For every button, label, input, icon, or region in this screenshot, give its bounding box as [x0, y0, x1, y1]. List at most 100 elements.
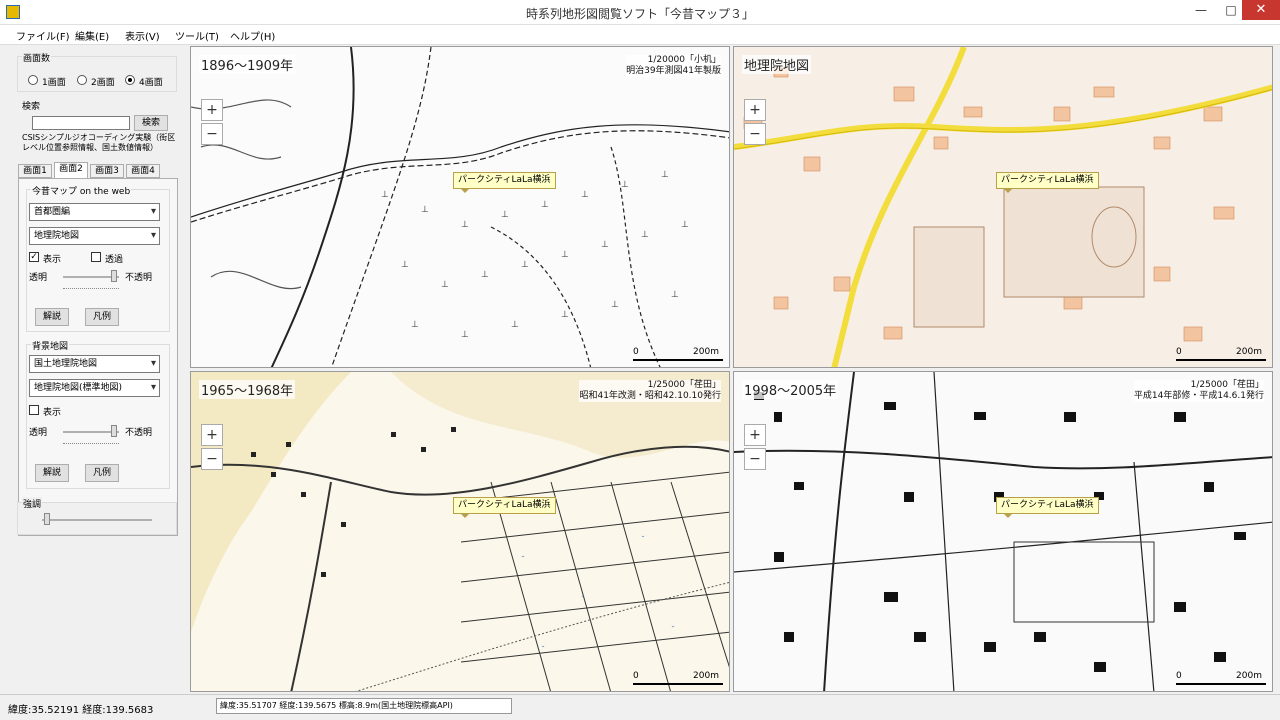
opacity-slider-thumb[interactable]: [111, 270, 117, 282]
pane-2-location-marker[interactable]: パークシティLaLa横浜: [996, 172, 1099, 193]
radio-4-screen[interactable]: [125, 75, 135, 85]
pane-1-period-label: 1896～1909年: [199, 55, 296, 74]
opacity-left-label: 透明: [29, 273, 48, 283]
emphasis-slider[interactable]: [42, 519, 152, 521]
svg-text:˘: ˘: [581, 594, 585, 604]
screen-tabs: 画面1 画面2 画面3 画面4: [18, 162, 178, 178]
show-checkbox[interactable]: ✓: [29, 252, 39, 262]
svg-text:⊥: ⊥: [461, 330, 469, 340]
background-map-group: 背景地図 国土地理院地図 地理院地図(標準地図) 表示 透明 不透明 解説 凡例: [26, 339, 170, 489]
bg-opacity-slider-thumb[interactable]: [111, 425, 117, 437]
pane-4-zoom-in-button[interactable]: +: [744, 424, 766, 446]
svg-text:⊥: ⊥: [481, 270, 489, 280]
pane-3-scale-max: 200m: [693, 671, 719, 681]
pane-4-info: 1/25000「荏田」 平成14年部修・平成14.6.1発行: [1133, 380, 1264, 402]
map-1896-drawing: ⊥ ⊥ ⊥ ⊥ ⊥ ⊥ ⊥ ⊥ ⊥ ⊥ ⊥ ⊥ ⊥ ⊥ ⊥ ⊥ ⊥ ⊥ ⊥ ⊥ ⊥ ⊥: [191, 47, 729, 367]
map-pane-3[interactable]: ˘ ˘ ˘ ˘ ˘ 1965～1968年 1/25000「荏田」 昭和41年改測・昭和42…: [190, 371, 730, 692]
tab-screen-2[interactable]: 画面2: [54, 162, 88, 178]
pane-1-info: 1/20000「小机」 明治39年測図41年製版: [626, 55, 721, 77]
background-show-label: 表示: [43, 408, 62, 418]
bg-legend-button[interactable]: 凡例: [85, 464, 119, 482]
menu-file[interactable]: ファイル(F): [16, 28, 70, 43]
svg-text:⊥: ⊥: [521, 260, 529, 270]
map-pane-1[interactable]: ⊥ ⊥ ⊥ ⊥ ⊥ ⊥ ⊥ ⊥ ⊥ ⊥ ⊥ ⊥ ⊥ ⊥ ⊥ ⊥ ⊥ ⊥ ⊥ ⊥ ⊥ ⊥ 1896～1909年 1…: [190, 46, 730, 368]
search-input[interactable]: [32, 116, 130, 130]
pane-2-zoom-in-button[interactable]: +: [744, 99, 766, 121]
pane-2-zoom-out-button[interactable]: −: [744, 123, 766, 145]
konjaku-label: 今昔マップ on the web: [31, 184, 132, 197]
pane-2-scale-max: 200m: [1236, 347, 1262, 357]
pane-2-scale-zero: 0: [1176, 347, 1182, 357]
pane-3-zoom-out-button[interactable]: −: [201, 448, 223, 470]
pane-3-location-marker[interactable]: パークシティLaLa横浜: [453, 497, 556, 518]
pane-4-zoom-out-button[interactable]: −: [744, 448, 766, 470]
svg-text:˘: ˘: [541, 644, 545, 654]
bg-opacity-right-label: 不透明: [125, 428, 153, 438]
svg-text:˘: ˘: [671, 624, 675, 634]
pane-3-scale-zero: 0: [633, 671, 639, 681]
pane-1-zoom-in-button[interactable]: +: [201, 99, 223, 121]
minimize-button[interactable]: —: [1186, 0, 1216, 20]
svg-text:⊥: ⊥: [641, 230, 649, 240]
svg-text:⊥: ⊥: [411, 320, 419, 330]
opacity-ticks: [63, 288, 119, 290]
pane-4-location-marker[interactable]: パークシティLaLa横浜: [996, 497, 1099, 518]
search-button[interactable]: 検索: [134, 115, 168, 131]
pane-4-scale-max: 200m: [1236, 671, 1262, 681]
svg-text:⊥: ⊥: [501, 210, 509, 220]
left-panel: 画面数 1画面 2画面 4画面 検索 検索 CSISシンプルジオコーディング実験…: [0, 46, 188, 692]
menu-view[interactable]: 表示(V): [125, 28, 160, 43]
bg-opacity-ticks: [63, 443, 119, 445]
pane-1-info-line1: 1/20000「小机」: [647, 55, 721, 65]
svg-text:⊥: ⊥: [461, 220, 469, 230]
background-layer-select[interactable]: 地理院地図(標準地図): [29, 379, 160, 397]
layer-select[interactable]: 地理院地図: [29, 227, 160, 245]
background-show-checkbox[interactable]: [29, 405, 39, 415]
tab-screen-1[interactable]: 画面1: [18, 164, 52, 178]
pane-3-info-line2: 昭和41年改測・昭和42.10.10発行: [579, 391, 721, 401]
emphasis-group: 強調: [17, 497, 177, 535]
window-title: 時系列地形図閲覧ソフト「今昔マップ３」: [525, 7, 754, 21]
svg-text:⊥: ⊥: [421, 205, 429, 215]
radio-2-screen[interactable]: [77, 75, 87, 85]
pane-3-zoom-in-button[interactable]: +: [201, 424, 223, 446]
status-bar: 緯度:35.52191 経度:139.5683 緯度:35.51707 経度:1…: [0, 694, 1280, 720]
screen-count-group: 画面数 1画面 2画面 4画面: [17, 51, 177, 92]
background-source-select[interactable]: 国土地理院地図: [29, 355, 160, 373]
svg-text:⊥: ⊥: [441, 280, 449, 290]
pane-4-info-line2: 平成14年部修・平成14.6.1発行: [1133, 391, 1264, 401]
svg-text:⊥: ⊥: [561, 250, 569, 260]
map-pane-2[interactable]: 地理院地図 + − パークシティLaLa横浜 0 200m: [733, 46, 1273, 368]
radio-1-screen[interactable]: [28, 75, 38, 85]
bg-explain-button[interactable]: 解説: [35, 464, 69, 482]
title-bar: 時系列地形図閲覧ソフト「今昔マップ３」 — □ ✕: [0, 0, 1280, 25]
transparent-label: 透過: [105, 255, 124, 265]
svg-text:⊥: ⊥: [681, 220, 689, 230]
menu-tools[interactable]: ツール(T): [175, 28, 219, 43]
pane-3-info: 1/25000「荏田」 昭和41年改測・昭和42.10.10発行: [579, 380, 721, 402]
menu-bar: ファイル(F) 編集(E) 表示(V) ツール(T) ヘルプ(H): [0, 25, 1280, 45]
screen-count-label: 画面数: [22, 51, 52, 64]
region-select[interactable]: 首都圏編: [29, 203, 160, 221]
legend-button[interactable]: 凡例: [85, 308, 119, 326]
radio-4-screen-label: 4画面: [139, 78, 163, 88]
menu-help[interactable]: ヘルプ(H): [230, 28, 275, 43]
map-pane-4[interactable]: 1998～2005年 1/25000「荏田」 平成14年部修・平成14.6.1発行…: [733, 371, 1273, 692]
emphasis-slider-thumb[interactable]: [44, 513, 50, 525]
tab-screen-3[interactable]: 画面3: [90, 164, 124, 178]
menu-edit[interactable]: 編集(E): [75, 28, 109, 43]
pane-2-period-label: 地理院地図: [742, 55, 812, 74]
tab-screen-4[interactable]: 画面4: [126, 164, 160, 178]
pane-1-zoom-out-button[interactable]: −: [201, 123, 223, 145]
status-cursor-info: 緯度:35.51707 経度:139.5675 標高:8.9m(国土地理院標高A…: [216, 698, 512, 714]
svg-text:˘: ˘: [521, 554, 525, 564]
pane-4-scale-zero: 0: [1176, 671, 1182, 681]
pane-1-location-marker[interactable]: パークシティLaLa横浜: [453, 172, 556, 193]
svg-text:⊥: ⊥: [381, 190, 389, 200]
transparent-checkbox[interactable]: [91, 252, 101, 262]
map-current-drawing: [734, 47, 1272, 367]
tab-panel: 今昔マップ on the web 首都圏編 地理院地図 ✓ 表示 透過 透明 不…: [18, 178, 178, 536]
explain-button[interactable]: 解説: [35, 308, 69, 326]
close-button[interactable]: ✕: [1242, 0, 1280, 20]
svg-text:⊥: ⊥: [601, 240, 609, 250]
